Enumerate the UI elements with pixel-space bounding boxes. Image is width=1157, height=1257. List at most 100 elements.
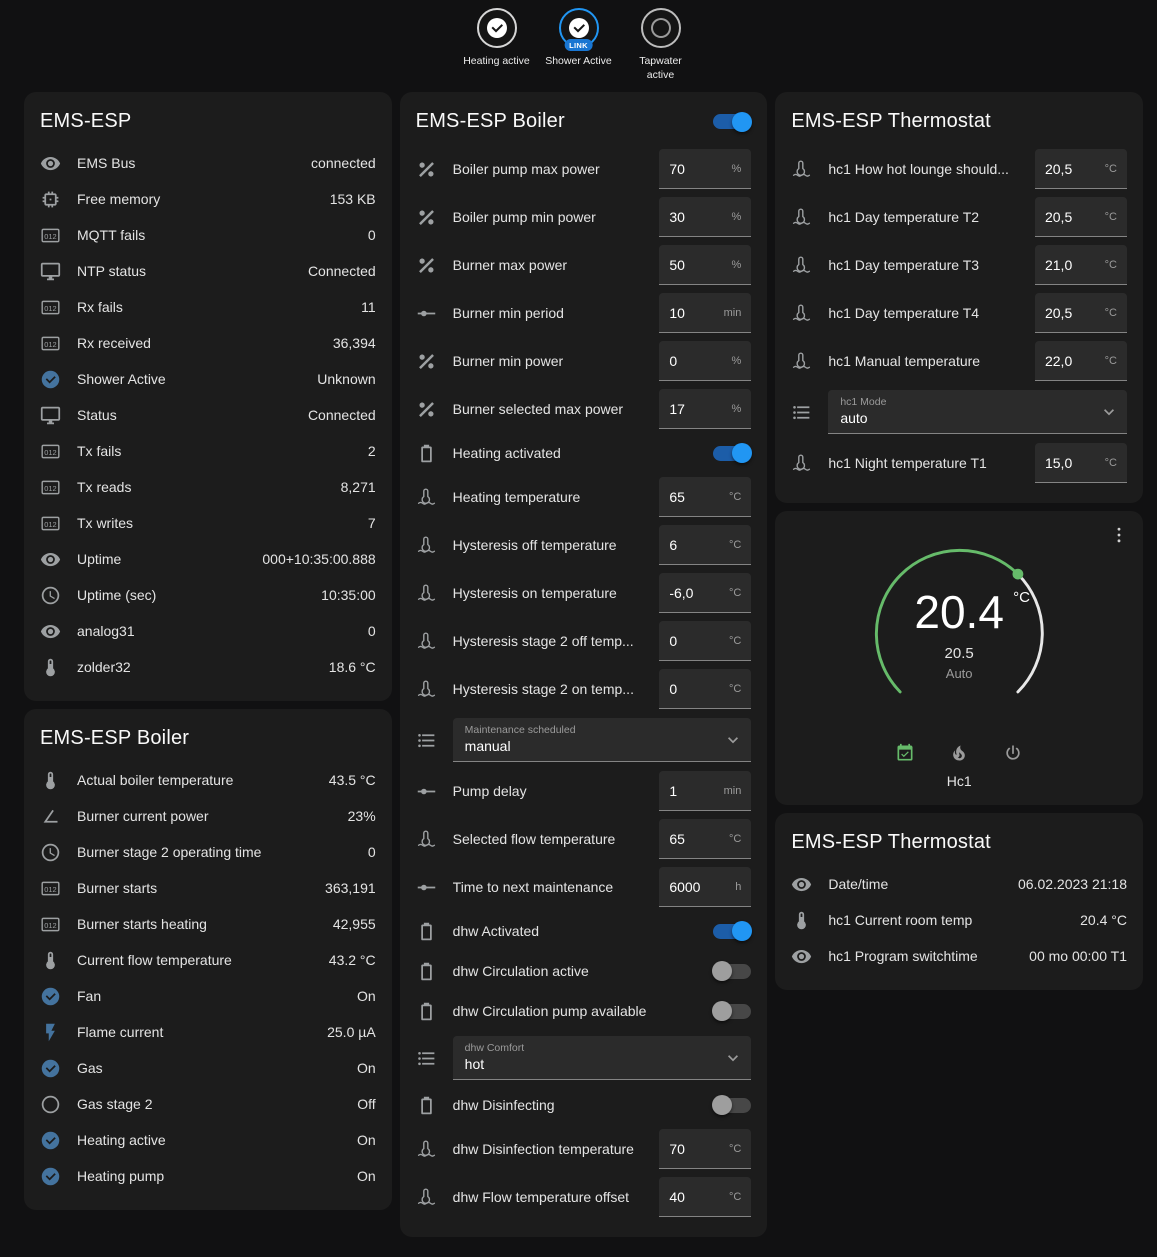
power-button[interactable] <box>999 739 1027 767</box>
select-input[interactable]: hc1 Modeauto <box>828 390 1127 434</box>
sensor-row[interactable]: analog310 <box>40 613 376 649</box>
select-input[interactable]: Maintenance scheduledmanual <box>453 718 752 762</box>
sensor-row[interactable]: Uptime (sec)10:35:00 <box>40 577 376 613</box>
badge-heating-active[interactable]: Heating active <box>461 8 533 69</box>
sensor-row[interactable]: 012Tx fails2 <box>40 433 376 469</box>
number-row: Boiler pump max power70% <box>416 145 752 193</box>
number-input[interactable]: -6,0°C <box>659 573 751 613</box>
toggle-row: dhw Activated <box>416 911 752 951</box>
select-input[interactable]: dhw Comforthot <box>453 1036 752 1080</box>
number-input[interactable]: 65°C <box>659 819 751 859</box>
entity-value: 10:35:00 <box>321 587 376 603</box>
badge-tapwater-active[interactable]: Tapwater active <box>625 8 697 82</box>
toggle-switch[interactable] <box>713 964 751 979</box>
fire-button[interactable] <box>945 739 973 767</box>
badge-shower-active[interactable]: LINK Shower Active <box>543 8 615 69</box>
card-header: EMS-ESP Thermostat <box>791 104 1127 145</box>
sensor-row[interactable]: 012Rx fails11 <box>40 289 376 325</box>
thermo-waves-icon <box>791 453 812 474</box>
entity-label: Flame current <box>77 1024 327 1040</box>
sensor-row[interactable]: Burner stage 2 operating time0 <box>40 834 376 870</box>
toggle-thumb <box>712 961 732 981</box>
sensor-row[interactable]: StatusConnected <box>40 397 376 433</box>
toggle-switch[interactable] <box>713 446 751 461</box>
sensor-row[interactable]: Uptime000+10:35:00.888 <box>40 541 376 577</box>
number-row: hc1 Night temperature T115,0°C <box>791 439 1127 487</box>
sensor-row[interactable]: 012Rx received36,394 <box>40 325 376 361</box>
entity-label: Heating pump <box>77 1168 357 1184</box>
sensor-row[interactable]: 012Burner starts heating42,955 <box>40 906 376 942</box>
toggle-row: dhw Disinfecting <box>416 1085 752 1125</box>
number-input[interactable]: 65°C <box>659 477 751 517</box>
counter-icon: 012 <box>40 477 61 498</box>
sensor-row[interactable]: Shower ActiveUnknown <box>40 361 376 397</box>
number-input[interactable]: 6°C <box>659 525 751 565</box>
number-input[interactable]: 0°C <box>659 669 751 709</box>
sensor-row[interactable]: Flame current25.0 µA <box>40 1014 376 1050</box>
sensor-row[interactable]: NTP statusConnected <box>40 253 376 289</box>
sensor-row[interactable]: Actual boiler temperature43.5 °C <box>40 762 376 798</box>
dial-readout: 20.4°C20.5Auto <box>861 535 1057 731</box>
number-input[interactable]: 70°C <box>659 1129 751 1169</box>
entity-value: 06.02.2023 21:18 <box>1018 876 1127 892</box>
counter-icon: 012 <box>40 441 61 462</box>
sensor-row[interactable]: 012Tx reads8,271 <box>40 469 376 505</box>
entity-label: EMS Bus <box>77 155 311 171</box>
sensor-row[interactable]: 012Tx writes7 <box>40 505 376 541</box>
toggle-thumb <box>732 112 752 132</box>
sensor-row[interactable]: Date/time06.02.2023 21:18 <box>791 866 1127 902</box>
entity-value: On <box>357 1060 376 1076</box>
thermo-waves-icon <box>791 351 812 372</box>
badge-label: Heating active <box>463 55 530 69</box>
number-input[interactable]: 20,5°C <box>1035 293 1127 333</box>
toggle-switch[interactable] <box>713 1004 751 1019</box>
entity-label: Heating active <box>77 1132 357 1148</box>
sensor-row[interactable]: zolder3218.6 °C <box>40 649 376 685</box>
number-input[interactable]: 15,0°C <box>1035 443 1127 483</box>
column-1: EMS-ESPEMS BusconnectedFree memory153 KB… <box>24 92 392 1210</box>
entity-value: 43.5 °C <box>329 772 376 788</box>
sensor-row[interactable]: Free memory153 KB <box>40 181 376 217</box>
number-input[interactable]: 20,5°C <box>1035 197 1127 237</box>
number-input[interactable]: 30% <box>659 197 751 237</box>
sensor-row[interactable]: hc1 Current room temp20.4 °C <box>791 902 1127 938</box>
number-input[interactable]: 17% <box>659 389 751 429</box>
number-unit: °C <box>1105 307 1117 319</box>
number-input[interactable]: 50% <box>659 245 751 285</box>
sensor-row[interactable]: Heating pumpOn <box>40 1158 376 1194</box>
counter-icon: 012 <box>40 878 61 899</box>
sensor-row[interactable]: Gas stage 2Off <box>40 1086 376 1122</box>
angle-icon <box>40 806 61 827</box>
number-value: 70 <box>669 1141 717 1157</box>
number-input[interactable]: 70% <box>659 149 751 189</box>
sensor-row[interactable]: FanOn <box>40 978 376 1014</box>
number-input[interactable]: 0% <box>659 341 751 381</box>
number-input[interactable]: 6000h <box>659 867 751 907</box>
entity-label: Burner stage 2 operating time <box>77 844 368 860</box>
sensor-row[interactable]: 012Burner starts363,191 <box>40 870 376 906</box>
number-input[interactable]: 0°C <box>659 621 751 661</box>
number-input[interactable]: 20,5°C <box>1035 149 1127 189</box>
number-input[interactable]: 40°C <box>659 1177 751 1217</box>
number-input[interactable]: 22,0°C <box>1035 341 1127 381</box>
sensor-row[interactable]: EMS Busconnected <box>40 145 376 181</box>
number-value: 6 <box>669 537 717 553</box>
select-value: auto <box>840 410 1095 426</box>
calendar-check-button[interactable] <box>891 739 919 767</box>
entity-label: MQTT fails <box>77 227 368 243</box>
number-input[interactable]: 21,0°C <box>1035 245 1127 285</box>
more-options-button[interactable] <box>1105 521 1133 549</box>
toggle-switch[interactable] <box>713 924 751 939</box>
card-header-toggle[interactable] <box>713 114 751 129</box>
card-header: EMS-ESP <box>40 104 376 145</box>
sensor-row[interactable]: Burner current power23% <box>40 798 376 834</box>
number-input[interactable]: 10min <box>659 293 751 333</box>
entity-label: hc1 Day temperature T3 <box>828 257 1035 273</box>
toggle-switch[interactable] <box>713 1098 751 1113</box>
sensor-row[interactable]: hc1 Program switchtime00 mo 00:00 T1 <box>791 938 1127 974</box>
sensor-row[interactable]: Current flow temperature43.2 °C <box>40 942 376 978</box>
sensor-row[interactable]: Heating activeOn <box>40 1122 376 1158</box>
sensor-row[interactable]: GasOn <box>40 1050 376 1086</box>
number-input[interactable]: 1min <box>659 771 751 811</box>
sensor-row[interactable]: 012MQTT fails0 <box>40 217 376 253</box>
